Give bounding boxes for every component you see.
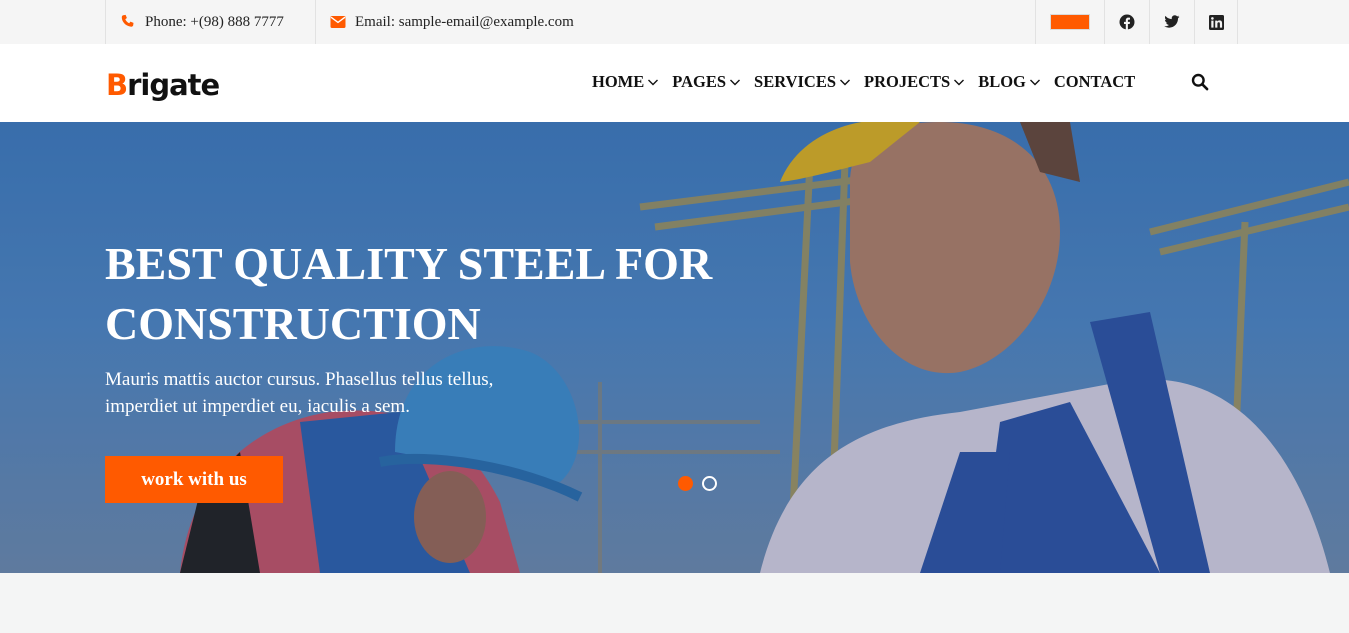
email-contact[interactable]: Email: sample-email@example.com	[316, 0, 574, 44]
facebook-icon	[1119, 14, 1135, 30]
main-header: Brigate HOME PAGES SERVICES PROJECTS BLO…	[0, 44, 1349, 122]
nav-contact[interactable]: CONTACT	[1054, 72, 1135, 92]
chevron-down-icon	[1029, 79, 1040, 86]
chevron-down-icon	[730, 79, 741, 86]
chevron-down-icon	[840, 79, 850, 86]
next-section	[0, 573, 1349, 633]
linkedin-link[interactable]	[1194, 0, 1238, 44]
nav-home-label: HOME	[592, 72, 645, 91]
language-flag	[1050, 14, 1090, 30]
slider-dot-1-active[interactable]	[678, 476, 693, 491]
twitter-link[interactable]	[1149, 0, 1194, 44]
hero-slider: BEST QUALITY STEEL FOR CONSTRUCTION Maur…	[0, 122, 1349, 573]
facebook-link[interactable]	[1104, 0, 1149, 44]
logo-text: rigate	[127, 68, 220, 102]
envelope-icon	[330, 14, 346, 30]
chevron-down-icon	[954, 79, 965, 86]
topbar-right	[1035, 0, 1238, 44]
nav-contact-label: CONTACT	[1053, 72, 1136, 91]
phone-text: Phone: +(98) 888 7777	[145, 13, 284, 30]
nav-projects-label: PROJECTS	[864, 72, 951, 91]
hero-subtitle: Mauris mattis auctor cursus. Phasellus t…	[105, 369, 494, 417]
search-button[interactable]	[1191, 73, 1211, 93]
top-bar: Phone: +(98) 888 7777 Email: sample-emai…	[0, 0, 1349, 44]
search-icon	[1191, 73, 1209, 91]
nav-pages[interactable]: PAGES	[672, 72, 741, 92]
logo-accent-letter: B	[106, 68, 128, 102]
nav-home[interactable]: HOME	[592, 72, 659, 92]
nav-services[interactable]: SERVICES	[754, 72, 851, 92]
work-with-us-button[interactable]: work with us	[105, 456, 283, 503]
linkedin-icon	[1208, 14, 1224, 30]
chevron-down-icon	[648, 79, 659, 86]
nav-blog-label: BLOG	[978, 72, 1026, 91]
phone-contact[interactable]: Phone: +(98) 888 7777	[105, 0, 316, 44]
phone-icon	[120, 14, 136, 30]
site-logo[interactable]: Brigate	[106, 68, 220, 102]
twitter-icon	[1164, 15, 1180, 28]
main-nav: HOME PAGES SERVICES PROJECTS BLOG CONTAC…	[592, 72, 1148, 92]
language-selector[interactable]	[1035, 0, 1104, 44]
nav-pages-label: PAGES	[672, 72, 727, 91]
email-text: Email: sample-email@example.com	[355, 13, 574, 30]
slider-dot-2[interactable]	[702, 476, 717, 491]
nav-projects[interactable]: PROJECTS	[864, 72, 965, 92]
hero-title: BEST QUALITY STEEL FOR CONSTRUCTION	[105, 238, 713, 349]
nav-services-label: SERVICES	[754, 72, 836, 91]
nav-blog[interactable]: BLOG	[978, 72, 1041, 92]
